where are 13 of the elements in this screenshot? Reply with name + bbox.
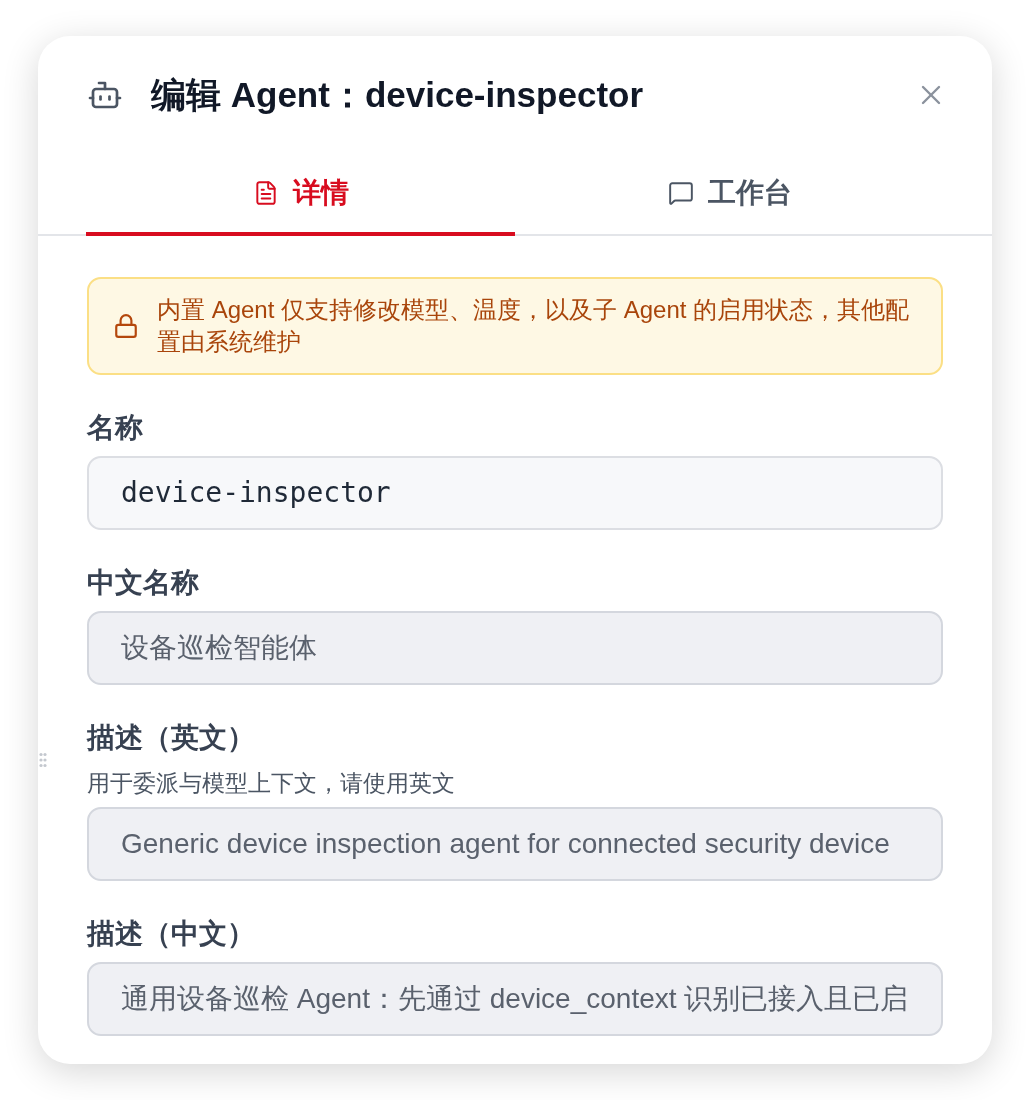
- notice-text: 内置 Agent 仅支持修改模型、温度，以及子 Agent 的启用状态，其他配置由系统维护: [157, 295, 911, 357]
- drag-handle-icon[interactable]: [39, 752, 47, 768]
- field-label: 描述（中文）: [87, 917, 256, 951]
- input-field[interactable]: device-inspector: [87, 456, 943, 530]
- tab[interactable]: 详情: [86, 154, 515, 236]
- chat-bubble-icon: [667, 180, 694, 206]
- field-hint: 用于委派与模型上下文，请使用英文: [87, 769, 456, 798]
- field-label: 描述（英文）: [87, 721, 256, 755]
- field-label: 名称: [87, 411, 144, 445]
- field-label: 中文名称: [87, 566, 200, 600]
- dialog-title: 编辑 Agent：device-inspector: [151, 74, 644, 116]
- tab[interactable]: 工作台: [515, 154, 944, 236]
- lock-icon: [113, 313, 139, 339]
